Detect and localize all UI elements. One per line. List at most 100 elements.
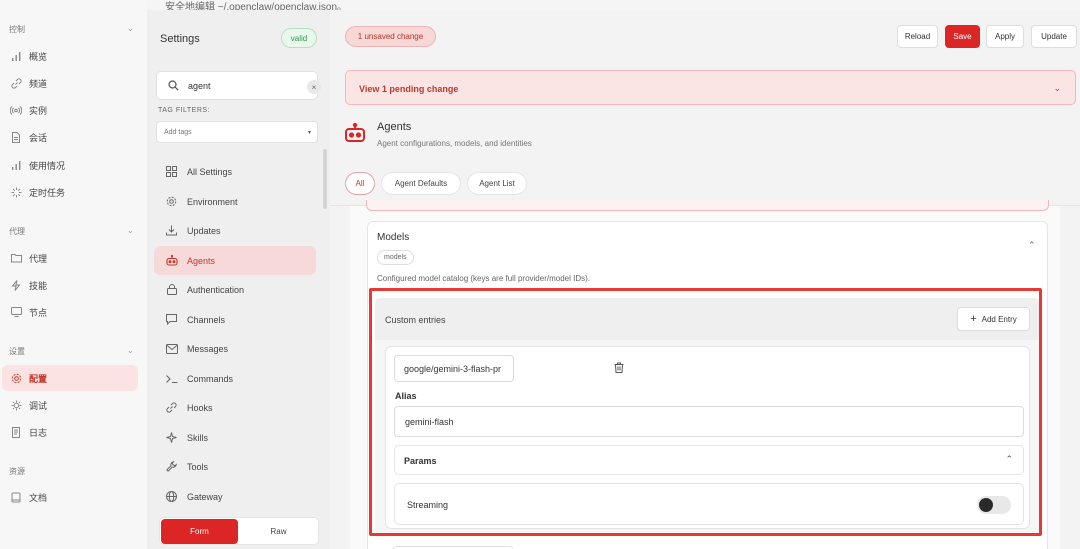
nav-group-title: 设置 (9, 347, 25, 356)
link-icon (10, 77, 22, 89)
search-value: agent (188, 80, 211, 91)
update-button[interactable]: Update (1031, 25, 1077, 48)
save-button[interactable]: Save (945, 25, 980, 48)
models-description: Configured model catalog (keys are full … (377, 274, 590, 283)
sparkle-icon (165, 431, 178, 444)
section-title: Agents (377, 121, 412, 133)
settings-item-tools[interactable]: Tools (154, 452, 316, 481)
nav-item-label: 文档 (29, 492, 48, 503)
nav-item-docs[interactable]: 文档 (2, 484, 138, 510)
settings-item-agents[interactable]: Agents (154, 246, 316, 275)
folder-icon (10, 252, 22, 264)
nav-item-config[interactable]: 配置 (2, 365, 138, 391)
terminal-icon (165, 372, 178, 385)
reload-button[interactable]: Reload (897, 25, 938, 48)
nav-item-label: 配置 (29, 373, 48, 384)
settings-item-label: Skills (187, 432, 209, 443)
settings-item-label: Tools (187, 461, 209, 472)
nav-item-sessions[interactable]: 会话 (2, 124, 138, 150)
gear-icon (165, 195, 178, 208)
settings-item-channels[interactable]: Channels (154, 305, 316, 334)
bug-icon (10, 399, 22, 411)
nav-item-label: 日志 (29, 427, 48, 438)
nav-item-overview[interactable]: 概览 (2, 43, 138, 69)
settings-scrollbar[interactable] (323, 149, 327, 209)
tag-filter-select[interactable]: Add tags ▾ (156, 121, 318, 143)
nav-item-label: 频道 (29, 78, 48, 89)
section-subtitle: Agent configurations, models, and identi… (377, 139, 532, 148)
nav-item-skills[interactable]: 技能 (2, 272, 138, 298)
highlight-annotation (369, 288, 1042, 536)
nav-item-debug[interactable]: 调试 (2, 392, 138, 418)
nav-item-nodes[interactable]: 节点 (2, 299, 138, 325)
scroll-icon (10, 426, 22, 438)
settings-item-label: Agents (187, 255, 216, 266)
previous-card-edge (366, 200, 1049, 211)
settings-item-label: Hooks (187, 402, 213, 413)
settings-item-hooks[interactable]: Hooks (154, 393, 316, 422)
tab-agent-list[interactable]: Agent List (467, 172, 527, 195)
nav-item-label: 定时任务 (29, 187, 66, 198)
settings-item-skills[interactable]: Skills (154, 423, 316, 452)
nav-item-label: 调试 (29, 400, 48, 411)
nav-item-label: 技能 (29, 280, 48, 291)
chevron-up-icon[interactable]: ⌃ (1028, 240, 1036, 251)
settings-item-updates[interactable]: Updates (154, 216, 316, 245)
nav-item-instances[interactable]: 实例 (2, 97, 138, 123)
valid-badge: valid (281, 28, 317, 48)
clear-search-button[interactable]: × (307, 80, 321, 94)
settings-panel: Settings valid agent × TAG FILTERS: Add … (147, 10, 330, 549)
nav-item-logs[interactable]: 日志 (2, 419, 138, 445)
settings-title: Settings (160, 33, 200, 45)
form-raw-toggle: Form Raw (159, 517, 319, 545)
chevron-up-icon[interactable]: ⌄ (127, 24, 134, 33)
chevron-up-icon[interactable]: ⌄ (127, 346, 134, 355)
nav-item-agents[interactable]: 代理 (2, 245, 138, 271)
models-key-chip: models (377, 250, 414, 265)
settings-item-messages[interactable]: Messages (154, 334, 316, 363)
settings-item-label: Messages (187, 343, 229, 354)
robot-icon (344, 122, 366, 145)
apply-button[interactable]: Apply (986, 25, 1024, 48)
unsaved-change-badge: 1 unsaved change (345, 26, 436, 47)
robot-icon (165, 254, 178, 267)
left-nav: 控制 ⌄ 概览 频道 实例 会话 使用情况 定时任务 代理 ⌄ 代理 技能 节点… (0, 0, 147, 549)
nav-group-title: 资源 (9, 467, 25, 476)
grid-icon (165, 165, 178, 178)
monitor-icon (10, 306, 22, 318)
chevron-up-icon[interactable]: ⌄ (127, 226, 134, 235)
lock-icon (165, 283, 178, 296)
settings-item-label: Authentication (187, 284, 245, 295)
mail-icon (165, 342, 178, 355)
settings-item-authentication[interactable]: Authentication (154, 275, 316, 304)
nav-item-usage[interactable]: 使用情况 (2, 152, 138, 178)
nav-item-channels[interactable]: 频道 (2, 70, 138, 96)
bar-chart-icon (10, 159, 22, 171)
tab-all[interactable]: All (345, 172, 375, 195)
link-icon (165, 401, 178, 414)
settings-item-commands[interactable]: Commands (154, 364, 316, 393)
form-mode-button[interactable]: Form (161, 519, 238, 544)
settings-item-label: Channels (187, 314, 226, 325)
tab-agent-defaults[interactable]: Agent Defaults (381, 172, 461, 195)
nav-item-label: 概览 (29, 51, 48, 62)
pending-changes-bar[interactable]: View 1 pending change ⌄ (345, 70, 1076, 105)
settings-item-label: Environment (187, 196, 238, 207)
settings-item-gateway[interactable]: Gateway (154, 482, 316, 511)
globe-icon (165, 490, 178, 503)
nav-item-label: 实例 (29, 105, 48, 116)
caret-down-icon: ▾ (307, 129, 311, 136)
settings-search-input[interactable]: agent × (156, 71, 321, 100)
nav-item-label: 会话 (29, 132, 48, 143)
models-title: Models (377, 232, 410, 243)
nav-group-title: 控制 (9, 25, 25, 34)
nav-item-cron[interactable]: 定时任务 (2, 179, 138, 205)
settings-item-all[interactable]: All Settings (154, 157, 316, 186)
tag-placeholder: Add tags (164, 128, 192, 136)
book-icon (10, 491, 22, 503)
settings-item-environment[interactable]: Environment (154, 187, 316, 216)
settings-item-label: Gateway (187, 491, 223, 502)
pending-changes-label: View 1 pending change (359, 84, 459, 94)
raw-mode-button[interactable]: Raw (239, 519, 318, 544)
nav-group-title: 代理 (9, 227, 25, 236)
